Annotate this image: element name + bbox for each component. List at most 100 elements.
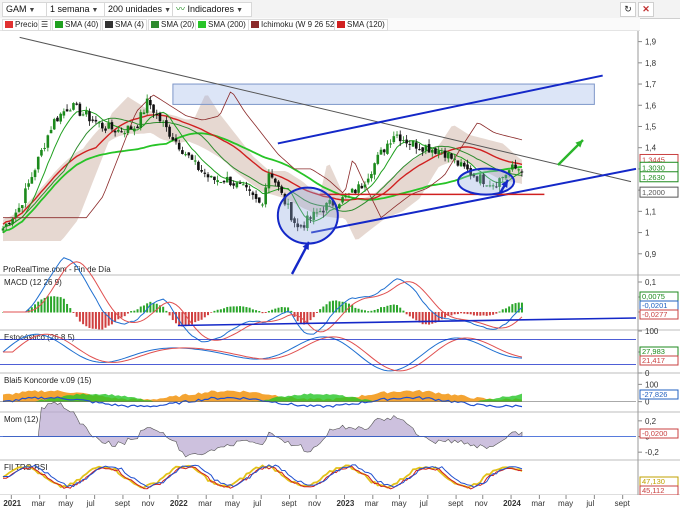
candle-body [392, 136, 396, 143]
legend-item-ichimoku[interactable]: Ichimoku (W 9 26 52) [248, 19, 341, 31]
macd-histogram-bar [59, 297, 62, 313]
candle-body [68, 110, 72, 112]
units-label: 200 unidades [108, 4, 163, 14]
macd-histogram-bar [315, 312, 318, 313]
list-icon: ☰ [41, 20, 49, 29]
candle-body [213, 176, 216, 181]
y-tick-label: 1,5 [645, 122, 657, 131]
candle-body [193, 160, 197, 162]
macd-histogram-bar [331, 300, 334, 313]
refresh-icon[interactable]: ↻ [620, 2, 636, 17]
candle-body [360, 185, 364, 189]
candle-body [517, 169, 521, 171]
macd-histogram-bar [319, 309, 322, 313]
macd-histogram-bar [72, 312, 75, 313]
toolbar: GAM ▼ 1 semana ▼ 200 unidades ▼ 〰 Indicador… [0, 0, 680, 19]
legend-settings[interactable]: ☰ [38, 19, 52, 31]
macd-histogram-bar [357, 308, 360, 313]
y-tick-label: 1,6 [645, 101, 657, 110]
macd-histogram-bar [479, 312, 482, 316]
macd-histogram-bar [88, 312, 91, 328]
candle-body [366, 178, 370, 183]
candle-body [414, 142, 418, 149]
macd-histogram-bar [139, 306, 142, 313]
candle-body [261, 204, 264, 206]
candle-body [408, 143, 412, 145]
macd-histogram-bar [405, 312, 408, 315]
x-tick-label: 2022 [170, 499, 188, 508]
candle-body [222, 180, 226, 183]
macd-histogram-bar [328, 301, 331, 313]
macd-histogram-bar [389, 304, 392, 313]
legend-item-sma40[interactable]: SMA (40) [52, 19, 102, 31]
candle-body [219, 182, 223, 184]
legend-item-sma20[interactable]: SMA (20) [148, 19, 198, 31]
candle-body [264, 187, 267, 205]
macd-histogram-bar [511, 304, 514, 313]
legend-item-sma4[interactable]: SMA (4) [102, 19, 147, 31]
candle-body [209, 175, 213, 178]
candle-body [65, 109, 69, 112]
x-tick-label: may [225, 499, 240, 508]
legend-item-sma200[interactable]: SMA (200) [195, 19, 249, 31]
candle-body [152, 104, 155, 113]
macd-histogram-bar [514, 303, 517, 313]
close-icon[interactable]: ✕ [638, 2, 654, 17]
candle-body [158, 112, 162, 122]
candle-body [78, 103, 82, 116]
x-tick-label: nov [142, 499, 155, 508]
candle-body [232, 183, 235, 186]
macd-histogram-bar [450, 312, 453, 316]
macd-histogram-bar [428, 312, 431, 325]
indicators-button[interactable]: 〰 Indicadores ▼ [172, 2, 252, 17]
legend-item-precio[interactable]: Precio [2, 19, 41, 31]
macd-histogram-bar [383, 306, 386, 313]
macd-histogram-bar [261, 312, 264, 314]
legend-swatch [198, 21, 206, 28]
legend-label: SMA (4) [115, 20, 144, 29]
macd-histogram-bar [239, 306, 242, 313]
candle-body [277, 181, 280, 187]
indicator-tag-label: 0,0075 [642, 292, 665, 301]
period-select[interactable]: 1 semana ▼ [46, 2, 106, 17]
x-tick-label: may [558, 499, 573, 508]
candle-body [91, 119, 94, 121]
chart-canvas: 1,91,81,71,61,51,41,31,21,110,9MACD (12 … [0, 31, 680, 510]
indicators-label: Indicadores [187, 4, 235, 14]
symbol-select[interactable]: GAM ▼ [2, 2, 48, 17]
macd-histogram-bar [171, 312, 174, 321]
macd-histogram-bar [248, 307, 251, 313]
macd-histogram-bar [165, 310, 168, 313]
macd-histogram-bar [149, 301, 152, 313]
macd-histogram-bar [370, 310, 373, 313]
candle-body [1, 228, 5, 231]
legend-label: SMA (40) [65, 20, 99, 29]
candle-body [165, 120, 168, 128]
candle-body [386, 143, 389, 154]
macd-histogram-bar [168, 312, 171, 316]
macd-histogram-bar [271, 309, 274, 313]
macd-histogram-bar [126, 312, 129, 314]
candle-body [251, 192, 255, 195]
candle-body [389, 143, 392, 145]
candle-body [27, 183, 30, 187]
macd-histogram-bar [123, 312, 126, 317]
candle-body [514, 164, 517, 169]
candle-body [40, 149, 43, 156]
candle-body [184, 154, 187, 156]
candle-body [270, 173, 274, 178]
candle-body [395, 134, 399, 136]
macd-histogram-bar [424, 312, 427, 325]
y-tick-label: 1,4 [645, 144, 657, 153]
macd-histogram-bar [367, 311, 370, 313]
candle-body [437, 150, 440, 155]
candle-body [11, 218, 14, 225]
macd-histogram-bar [69, 308, 72, 313]
legend-label: Ichimoku (W 9 26 52) [261, 20, 338, 29]
candle-body [101, 122, 104, 129]
macd-histogram-bar [290, 310, 293, 313]
candle-body [110, 122, 114, 130]
macd-histogram-bar [133, 310, 136, 313]
units-select[interactable]: 200 unidades ▼ [104, 2, 174, 17]
legend-item-sma120[interactable]: SMA (120) [334, 19, 388, 31]
